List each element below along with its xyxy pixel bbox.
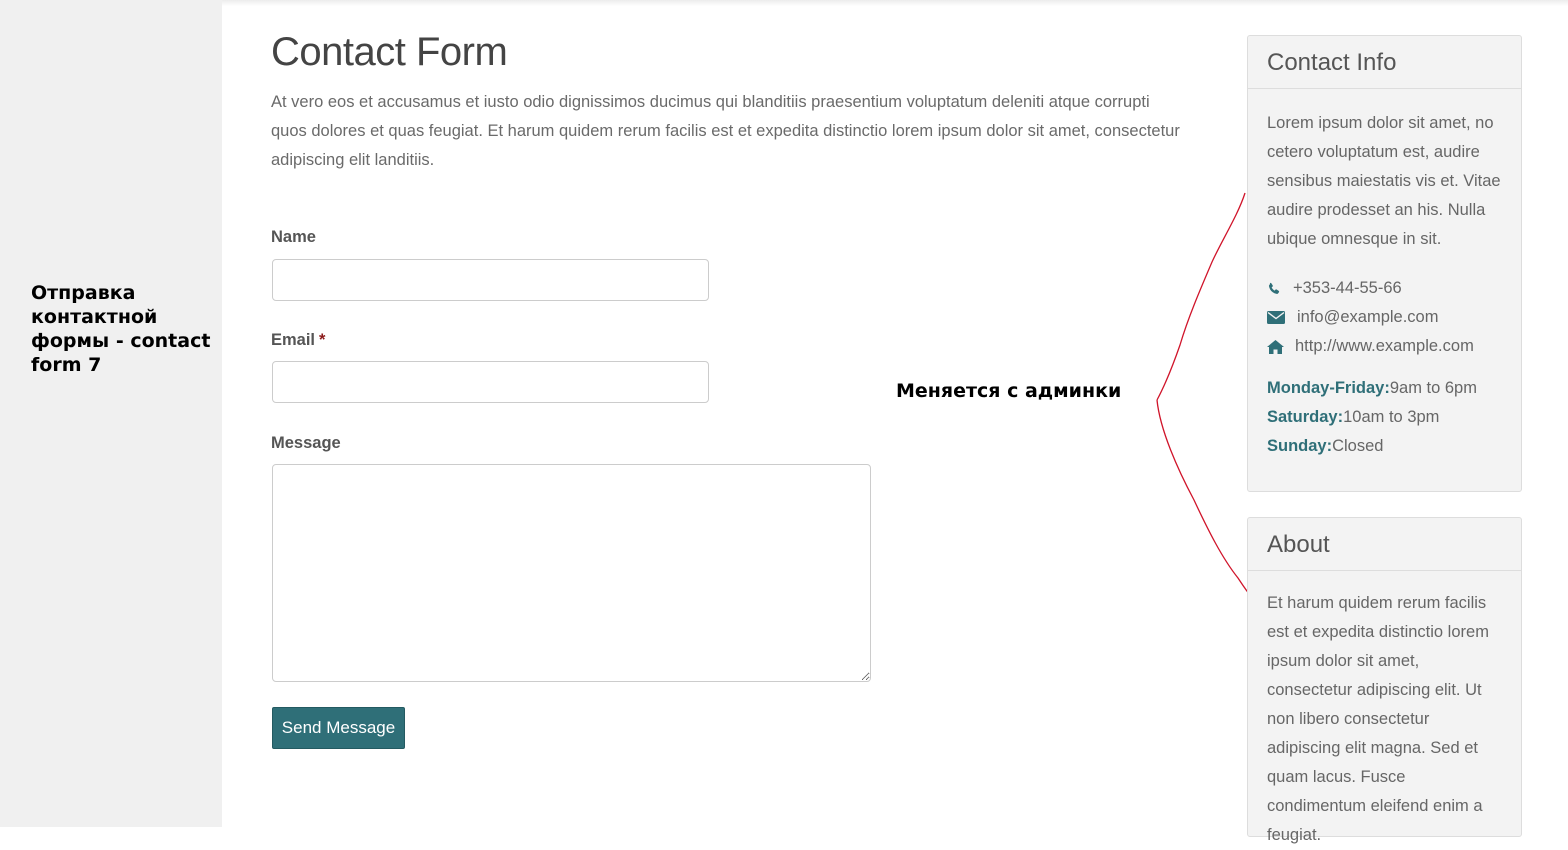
website-value[interactable]: http://www.example.com [1295, 332, 1474, 361]
name-field[interactable] [272, 259, 709, 301]
annotation-note-admin: Меняется с админки [896, 380, 1122, 402]
contact-info-title: Contact Info [1248, 36, 1521, 89]
hours-time: 9am to 6pm [1389, 379, 1477, 397]
contact-info-body: Lorem ipsum dolor sit amet, no cetero vo… [1248, 89, 1521, 461]
phone-icon [1267, 282, 1293, 296]
email-label-text: Email [271, 331, 316, 349]
annotation-note-contact-form-7: Отправка контактной формы - contact form… [31, 282, 211, 376]
contact-phone: +353-44-55-66 [1267, 274, 1502, 303]
message-textarea[interactable] [272, 464, 871, 682]
contact-email: info@example.com [1267, 303, 1502, 332]
hours-time: 10am to 3pm [1343, 408, 1440, 426]
email-label: Email * [271, 331, 325, 350]
required-mark: * [319, 331, 326, 349]
left-annotation-panel: Отправка контактной формы - contact form… [0, 0, 222, 827]
message-label: Message [271, 434, 341, 452]
name-label: Name [271, 228, 316, 246]
page-title: Contact Form [271, 30, 508, 74]
hours-row: Monday-Friday:9am to 6pm [1267, 374, 1502, 403]
contact-info-text: Lorem ipsum dolor sit amet, no cetero vo… [1267, 114, 1501, 248]
about-title: About [1248, 518, 1521, 571]
intro-text: At vero eos et accusamus et iusto odio d… [271, 93, 1180, 169]
hours-time: Closed [1332, 437, 1384, 455]
hours-row: Saturday:10am to 3pm [1267, 403, 1502, 432]
contact-website: http://www.example.com [1267, 332, 1502, 361]
envelope-icon [1267, 311, 1297, 324]
send-message-button[interactable]: Send Message [272, 707, 405, 749]
email-field[interactable] [272, 361, 709, 403]
hours-day: Saturday: [1267, 408, 1344, 426]
about-widget: About Et harum quidem rerum facilis est … [1247, 517, 1522, 844]
annotation-line-upper [1156, 192, 1246, 401]
hours-day: Sunday: [1267, 437, 1333, 455]
contact-info-widget: Contact Info Lorem ipsum dolor sit amet,… [1247, 35, 1522, 492]
phone-value: +353-44-55-66 [1293, 279, 1402, 297]
email-value[interactable]: info@example.com [1297, 303, 1438, 332]
hours-day: Monday-Friday: [1267, 379, 1390, 397]
about-body: Et harum quidem rerum facilis est et exp… [1248, 571, 1521, 850]
home-icon [1267, 339, 1295, 354]
hours-row: Sunday:Closed [1267, 432, 1502, 461]
about-text: Et harum quidem rerum facilis est et exp… [1267, 594, 1489, 844]
header-shadow [222, 0, 1568, 6]
